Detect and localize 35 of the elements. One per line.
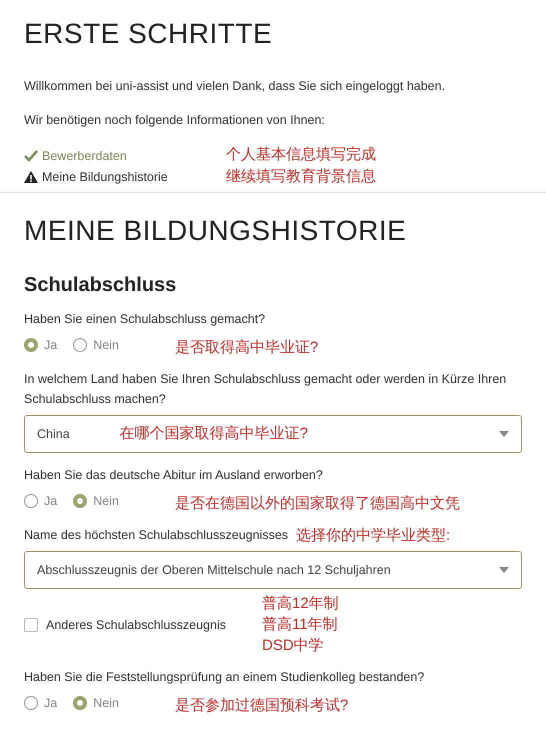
question-label: Haben Sie das deutsche Abitur im Ausland erworben?	[24, 467, 323, 484]
select-field[interactable]: Abschlusszeugnis der Oberen Mittelschule nach 12 Schuljahren	[24, 551, 522, 589]
annotation-text: DSD中学	[262, 637, 325, 655]
annotation-text: 选择你的中学毕业类型:	[296, 527, 450, 545]
caret-icon	[499, 567, 509, 573]
caret-icon	[499, 431, 509, 437]
annotation-text: 是否取得高中毕业证?	[174, 339, 318, 357]
annotation-text: 个人基本信息填写完成	[226, 146, 376, 164]
radio-option[interactable]: Ja	[24, 494, 58, 508]
radio-option[interactable]: Nein	[73, 696, 119, 710]
checkbox[interactable]: Anderes Schulabschlusszeugnis	[24, 618, 262, 632]
annotation-text: 继续填写教育背景信息	[226, 168, 376, 186]
annotation-text: 是否在德国以外的国家取得了德国高中文凭	[174, 495, 460, 513]
question-label: Haben Sie einen Schulabschluss gemacht?	[24, 311, 266, 328]
subsection-title: Schulabschluss	[24, 273, 178, 297]
check-icon	[24, 150, 38, 162]
radio-option[interactable]: Ja	[24, 696, 58, 710]
warning-icon	[24, 171, 38, 183]
intro-text: Wir benötigen noch folgende Informationen von Ihnen:	[24, 112, 326, 128]
annotation-text: 普高12年制	[262, 595, 339, 613]
page-title: ERSTE SCHRITTE	[24, 17, 274, 51]
step-label: Bewerberdaten	[42, 148, 127, 164]
step-label: Meine Bildungshistorie	[42, 169, 168, 185]
annotation-text: 普高11年制	[262, 616, 339, 634]
question-label: Name des höchsten Schulabschlusszeugnisses	[24, 527, 288, 544]
radio-option[interactable]: Nein	[73, 494, 119, 508]
question-label: Haben Sie die Feststellungsprüfung an einem Studienkolleg bestanden?	[24, 669, 424, 686]
select-field[interactable]: China 在哪个国家取得高中毕业证?	[24, 415, 522, 453]
question-label: In welchem Land haben Sie Ihren Schulabschluss gemacht oder werden in Kürze Ihren Schulabschluss machen?	[24, 371, 508, 408]
section-title: MEINE BILDUNGSHISTORIE	[24, 214, 408, 248]
annotation-text: 是否参加过德国预科考试?	[174, 697, 348, 715]
radio-option[interactable]: Nein	[73, 338, 119, 352]
radio-option[interactable]: Ja	[24, 338, 58, 352]
annotation-text: 在哪个国家取得高中毕业证?	[120, 425, 308, 443]
intro-text: Willkommen bei uni-assist und vielen Dank, dass Sie sich eingeloggt haben.	[24, 78, 446, 94]
